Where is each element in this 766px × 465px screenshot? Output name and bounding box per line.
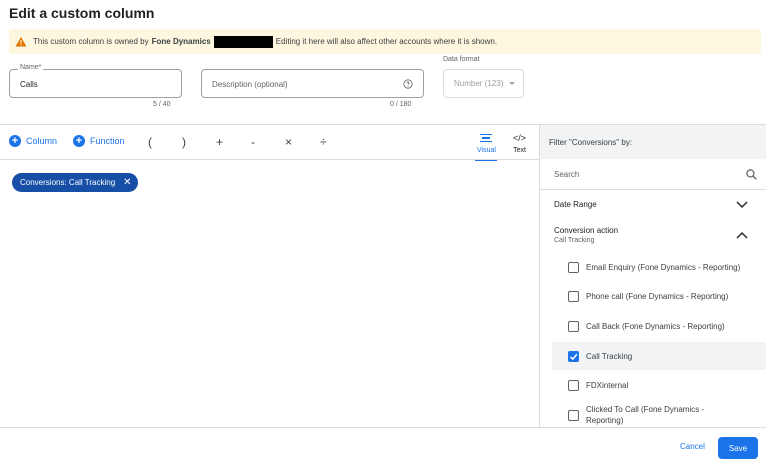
add-circle-icon: + [73, 135, 85, 147]
chevron-up-icon [736, 231, 748, 239]
add-column-label: Column [26, 136, 58, 146]
option-label: FDXinternal [586, 380, 629, 390]
minus-button[interactable]: - [251, 135, 255, 149]
open-paren-button[interactable]: ( [148, 135, 152, 149]
remove-chip-icon[interactable]: ✕ [123, 177, 131, 188]
check-icon [569, 353, 578, 360]
warning-owner: Fone Dynamics [151, 37, 211, 46]
plus-button[interactable]: + [216, 135, 223, 149]
name-field-value[interactable]: Calls [20, 80, 38, 89]
divider-toolbar [0, 159, 539, 160]
save-button[interactable]: Save [718, 437, 758, 459]
option-label: Clicked To Call (Fone Dynamics - Reporti… [586, 405, 705, 425]
text-label: Text [513, 147, 526, 154]
name-field-label: Name* [18, 64, 44, 71]
date-range-label: Date Range [554, 200, 597, 209]
checkbox[interactable] [568, 379, 579, 391]
warning-text-after: Editing it here will also affect other a… [275, 37, 498, 46]
warning-text-before: This custom column is owned by [33, 37, 149, 46]
visual-mode-tab[interactable]: Visual [475, 132, 498, 161]
option-email-enquiry[interactable]: Email Enquiry (Fone Dynamics - Reporting… [552, 253, 766, 281]
formula-chip[interactable]: Conversions: Call Tracking ✕ [12, 173, 138, 192]
redacted-block [213, 35, 273, 48]
filter-search[interactable]: Search [540, 160, 766, 190]
dialog-title: Edit a custom column [9, 5, 155, 21]
close-paren-button[interactable]: ) [182, 135, 186, 149]
checkbox[interactable] [568, 290, 579, 302]
filter-search-placeholder: Search [554, 170, 580, 179]
option-call-tracking[interactable]: Call Tracking [552, 342, 766, 370]
option-clicked-to-call[interactable]: Clicked To Call (Fone Dynamics - Reporti… [552, 403, 766, 427]
data-format-value: Number (123) [454, 79, 504, 88]
add-circle-icon: + [9, 135, 21, 147]
ownership-warning-banner: This custom column is owned by Fone Dyna… [9, 29, 761, 54]
option-label: Phone call (Fone Dynamics - Reporting) [586, 291, 729, 301]
name-counter: 5 / 40 [153, 101, 171, 108]
filter-header: Filter "Conversions" by: [540, 125, 766, 159]
option-fdxinternal[interactable]: FDXinternal [552, 371, 766, 399]
option-phone-call[interactable]: Phone call (Fone Dynamics - Reporting) [552, 282, 766, 310]
divide-button[interactable]: ÷ [320, 135, 327, 149]
add-column-button[interactable]: + Column [9, 135, 57, 147]
checkbox[interactable] [568, 261, 579, 273]
code-icon: </> [513, 133, 527, 143]
formula-toolbar: + Column + Function ( ) + - × ÷ Visual <… [0, 125, 539, 161]
checkbox-checked[interactable] [568, 350, 579, 362]
date-range-section[interactable]: Date Range [554, 200, 766, 209]
data-format-label: Data format [443, 56, 480, 63]
divider-footer [0, 427, 766, 428]
name-field[interactable]: Name* Calls [9, 64, 182, 98]
visual-lines-icon [480, 132, 493, 144]
conversion-action-sub: Call Tracking [554, 237, 595, 244]
add-function-button[interactable]: + Function [73, 135, 125, 147]
data-format-select[interactable]: Number (123) [443, 69, 524, 98]
add-function-label: Function [90, 136, 125, 146]
multiply-button[interactable]: × [285, 135, 292, 149]
description-placeholder: Description (optional) [212, 80, 288, 89]
option-label: Email Enquiry (Fone Dynamics - Reporting… [586, 262, 741, 272]
warning-icon [15, 36, 27, 46]
conversion-action-section[interactable]: Conversion action Call Tracking [554, 226, 766, 244]
cancel-button[interactable]: Cancel [680, 442, 705, 451]
help-icon[interactable] [403, 79, 413, 89]
option-call-back[interactable]: Call Back (Fone Dynamics - Reporting) [552, 312, 766, 340]
checkbox[interactable] [568, 320, 579, 332]
text-mode-tab[interactable]: </> Text [513, 132, 526, 154]
option-label: Call Tracking [586, 351, 633, 361]
visual-label: Visual [477, 147, 496, 154]
checkbox[interactable] [568, 409, 579, 421]
option-label: Call Back (Fone Dynamics - Reporting) [586, 321, 725, 331]
caret-down-icon [509, 82, 516, 85]
formula-chip-label: Conversions: Call Tracking [20, 178, 116, 187]
description-counter: 0 / 180 [390, 101, 412, 108]
search-icon [746, 169, 757, 180]
chevron-down-icon [736, 201, 748, 209]
conversion-action-label: Conversion action [554, 226, 619, 235]
description-field[interactable]: Description (optional) [201, 69, 424, 98]
